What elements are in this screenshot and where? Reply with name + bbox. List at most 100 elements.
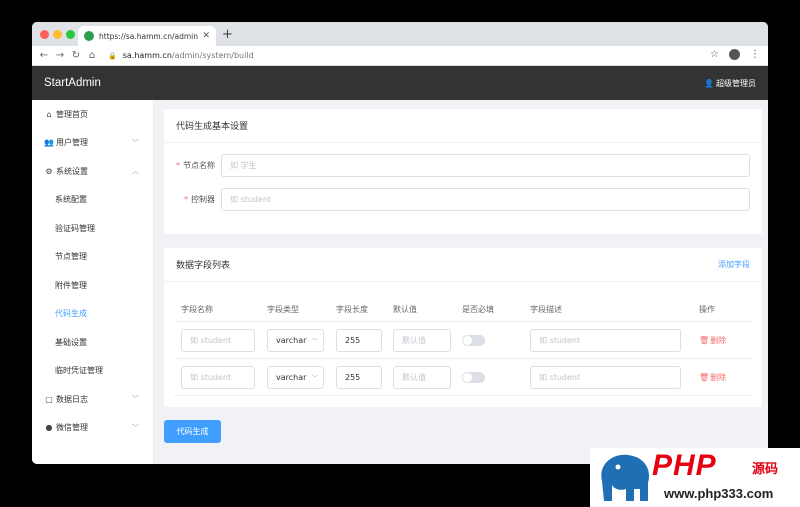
field-type-select[interactable]: varchar ﹀ xyxy=(267,328,324,352)
sidebar-item-codegen[interactable]: 代码生成 xyxy=(32,300,153,329)
sidebar-item-attachments[interactable]: 附件管理 xyxy=(32,271,153,300)
user-icon: 👤 xyxy=(704,78,714,88)
reload-icon[interactable]: ↻ xyxy=(68,50,84,61)
sidebar-item-label: 微信管理 xyxy=(56,423,88,433)
document-icon: ▢ xyxy=(45,394,53,404)
required-switch[interactable] xyxy=(462,334,485,346)
forward-icon[interactable]: → xyxy=(52,50,68,61)
wechat-icon: ● xyxy=(45,423,53,433)
basic-settings-card: 代码生成基本设置 * 节点名称 如 学生 * 控制器 如 student xyxy=(164,109,762,234)
sidebar-item-label: 附件管理 xyxy=(55,280,87,290)
url-field[interactable]: 🔒 sa.hamm.cn/admin/system/build xyxy=(108,51,254,60)
sidebar-item-label: 验证码管理 xyxy=(55,223,95,233)
field-length-input[interactable]: 255 xyxy=(336,328,382,352)
browser-tabbar: https://sa.hamm.cn/admin/syste ✕ + xyxy=(32,22,768,46)
maximize-window-dot[interactable] xyxy=(66,30,75,39)
sidebar-item-home[interactable]: ⌂ 管理首页 xyxy=(32,100,153,129)
minimize-window-dot[interactable] xyxy=(53,30,62,39)
field-desc-input[interactable]: 如 student xyxy=(530,328,681,352)
fields-title: 数据字段列表 xyxy=(176,261,231,271)
favicon-icon xyxy=(84,31,94,41)
sidebar-item-data-log[interactable]: ▢ 数据日志 ﹀ xyxy=(32,385,153,414)
sidebar-item-temp-credentials[interactable]: 临时凭证管理 xyxy=(32,357,153,386)
table-row: 如 student varchar ﹀ 255 默认值 如 student 🗑 删除 xyxy=(174,359,752,396)
chevron-up-icon: ︿ xyxy=(132,167,139,176)
sidebar-item-label: 临时凭证管理 xyxy=(55,366,103,376)
basic-settings-title: 代码生成基本设置 xyxy=(176,122,249,132)
sidebar-item-label: 系统设置 xyxy=(56,166,88,176)
trash-icon: 🗑 xyxy=(699,335,710,345)
sidebar-item-system[interactable]: ⚙ 系统设置 ︿ xyxy=(32,157,153,186)
node-name-row: * 节点名称 如 学生 xyxy=(164,153,762,177)
main-content: 代码生成基本设置 * 节点名称 如 学生 * 控制器 如 student 数据字段列… xyxy=(154,100,768,464)
sidebar-item-label: 节点管理 xyxy=(55,252,87,262)
sidebar-item-label: 用户管理 xyxy=(56,138,88,148)
gear-icon: ⚙ xyxy=(45,166,53,176)
bookmark-star-icon[interactable]: ☆ xyxy=(710,49,719,60)
elephant-logo-icon xyxy=(601,454,650,501)
lock-icon: 🔒 xyxy=(108,51,117,60)
users-icon: 👥 xyxy=(44,138,54,148)
menu-dots-icon[interactable]: ⋮ xyxy=(750,49,760,60)
basic-settings-header: 代码生成基本设置 xyxy=(164,109,762,143)
user-name: 超级管理员 xyxy=(716,78,756,88)
field-desc-input[interactable]: 如 student xyxy=(530,365,681,389)
chevron-down-icon: ﹀ xyxy=(132,138,139,147)
table-header: 字段名称 字段类型 字段长度 默认值 是否必填 字段描述 操作 xyxy=(174,298,752,322)
sidebar-item-label: 系统配置 xyxy=(55,195,87,205)
tab-close-icon[interactable]: ✕ xyxy=(202,31,210,41)
back-icon[interactable]: ← xyxy=(36,50,52,61)
field-name-input[interactable]: 如 student xyxy=(181,365,255,389)
column-header: 字段类型 xyxy=(267,305,299,314)
column-header: 字段长度 xyxy=(336,305,368,314)
app-header: StartAdmin 👤 超级管理员 xyxy=(32,66,768,100)
sidebar-item-users[interactable]: 👥 用户管理 ﹀ xyxy=(32,129,153,158)
brand-title[interactable]: StartAdmin xyxy=(44,77,101,89)
sidebar-item-wechat[interactable]: ● 微信管理 ﹀ xyxy=(32,414,153,443)
table-row: 如 student varchar ﹀ 255 默认值 如 student 🗑 删除 xyxy=(174,322,752,359)
browser-tab[interactable]: https://sa.hamm.cn/admin/syste ✕ xyxy=(78,26,216,46)
field-length-input[interactable]: 255 xyxy=(336,365,382,389)
field-name-input[interactable]: 如 student xyxy=(181,328,255,352)
chevron-down-icon: ﹀ xyxy=(132,395,139,404)
sidebar-item-nodes[interactable]: 节点管理 xyxy=(32,243,153,272)
home-nav-icon[interactable]: ⌂ xyxy=(84,50,100,61)
delete-field-button[interactable]: 🗑 删除 xyxy=(699,335,742,346)
chevron-down-icon: ﹀ xyxy=(311,337,318,345)
node-name-label: * 节点名称 xyxy=(176,160,215,170)
delete-field-button[interactable]: 🗑 删除 xyxy=(699,372,742,383)
fields-card: 数据字段列表 添加字段 字段名称 字段类型 字段长度 默认值 是否必填 字段描述… xyxy=(164,248,762,407)
sidebar-item-label: 代码生成 xyxy=(55,309,87,319)
profile-icon[interactable] xyxy=(729,49,740,60)
url-path: /admin/system/build xyxy=(171,51,254,60)
trash-icon: 🗑 xyxy=(699,372,710,382)
watermark-cn: 源码 xyxy=(752,462,779,477)
watermark-url: www.php333.com xyxy=(664,486,774,501)
fields-table: 字段名称 字段类型 字段长度 默认值 是否必填 字段描述 操作 如 studen… xyxy=(164,298,762,396)
address-bar: ← → ↻ ⌂ 🔒 sa.hamm.cn/admin/system/build … xyxy=(32,46,768,66)
field-default-input[interactable]: 默认值 xyxy=(393,365,451,389)
sidebar-item-basic-settings[interactable]: 基础设置 xyxy=(32,328,153,357)
new-tab-button[interactable]: + xyxy=(222,28,233,42)
column-header: 是否必填 xyxy=(462,305,494,314)
controller-input[interactable]: 如 student xyxy=(221,187,750,211)
sidebar-item-captcha[interactable]: 验证码管理 xyxy=(32,214,153,243)
user-menu[interactable]: 👤 超级管理员 xyxy=(704,78,756,89)
generate-code-button[interactable]: 代码生成 xyxy=(164,420,221,443)
sidebar-item-label: 管理首页 xyxy=(56,109,88,119)
field-type-select[interactable]: varchar ﹀ xyxy=(267,365,324,389)
watermark-brand: PHP xyxy=(652,449,717,482)
column-header: 默认值 xyxy=(393,305,417,314)
chevron-down-icon: ﹀ xyxy=(311,374,318,382)
node-name-input[interactable]: 如 学生 xyxy=(221,153,750,177)
field-default-input[interactable]: 默认值 xyxy=(393,328,451,352)
watermark: PHP 源码 www.php333.com xyxy=(590,448,800,507)
column-header: 字段描述 xyxy=(530,305,562,314)
required-switch[interactable] xyxy=(462,371,485,383)
fields-header: 数据字段列表 添加字段 xyxy=(164,248,762,282)
sidebar: ⌂ 管理首页 👥 用户管理 ﹀ ⚙ 系统设置 ︿ 系统配置 验证码管理 节点管理 xyxy=(32,100,154,464)
close-window-dot[interactable] xyxy=(40,30,49,39)
add-field-link[interactable]: 添加字段 xyxy=(718,259,750,270)
browser-window: https://sa.hamm.cn/admin/syste ✕ + ← → ↻… xyxy=(32,22,768,464)
sidebar-item-system-config[interactable]: 系统配置 xyxy=(32,186,153,215)
